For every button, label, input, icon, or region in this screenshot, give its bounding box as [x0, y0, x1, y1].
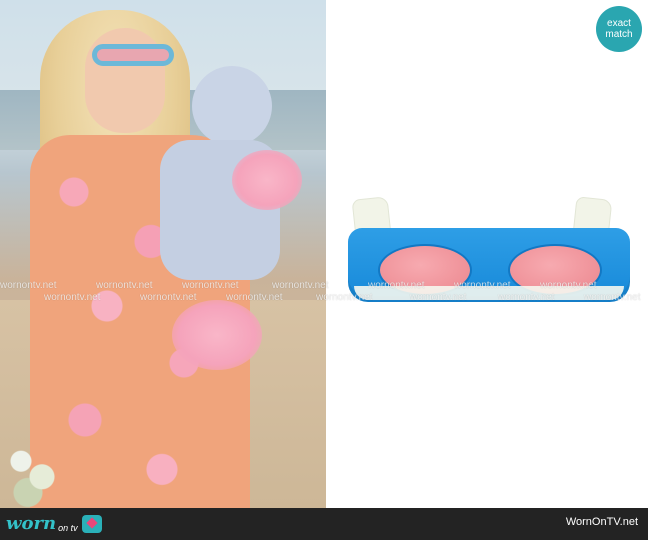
footer-bar: worn on tv WornOnTV.net [0, 508, 648, 540]
feather-cuff [232, 150, 302, 210]
feather-cuff [172, 300, 262, 370]
logo-sub: on tv [58, 523, 78, 533]
site-logo[interactable]: worn on tv [6, 510, 102, 538]
badge-line1: exact [607, 18, 631, 29]
site-url[interactable]: WornOnTV.net [566, 516, 638, 528]
frame-rim [354, 286, 624, 300]
tv-icon [81, 515, 102, 533]
baby-head [192, 66, 272, 146]
flowers [0, 430, 70, 508]
badge-line2: match [605, 29, 633, 40]
exact-match-badge: exact match [596, 6, 642, 52]
logo-word: worn [6, 513, 57, 534]
worn-sunglasses [92, 44, 174, 66]
product-image[interactable] [326, 0, 648, 508]
outfit-photo [0, 0, 326, 508]
sunglasses-icon [348, 228, 630, 302]
